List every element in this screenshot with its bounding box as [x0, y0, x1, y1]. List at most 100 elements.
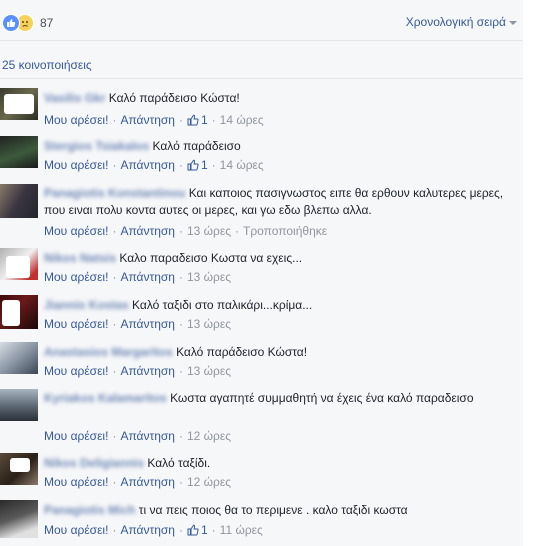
comment-body: Nikos Deligiannis Καλό ταξίδι.: [44, 455, 504, 472]
redaction-mark: [4, 94, 34, 114]
comment-author[interactable]: Jiannis Kostas: [44, 298, 129, 312]
sort-dropdown[interactable]: Χρονολογική σειρά: [406, 15, 517, 29]
like-button[interactable]: Μου αρέσει!: [44, 224, 108, 238]
separator: ·: [178, 224, 183, 238]
comment-timestamp[interactable]: 13 ώρες: [187, 364, 231, 378]
sort-label: Χρονολογική σειρά: [405, 15, 506, 29]
reply-button[interactable]: Απάντηση: [120, 224, 175, 238]
reply-button[interactable]: Απάντηση: [120, 364, 175, 378]
thumbs-up-icon[interactable]: [187, 114, 199, 126]
comment-text: Καλό παράδεισο Κώστα!: [108, 91, 240, 105]
comment-author[interactable]: Kyriakos Kalamaritos: [44, 391, 167, 405]
like-button[interactable]: Μου αρέσει!: [44, 475, 108, 489]
separator: ·: [112, 475, 117, 489]
avatar[interactable]: [0, 342, 38, 374]
edited-label[interactable]: Τροποποιήθηκε: [243, 224, 327, 238]
comment-timestamp[interactable]: 12 ώρες: [187, 475, 231, 489]
separator: ·: [178, 158, 183, 172]
like-button[interactable]: Μου αρέσει!: [44, 429, 108, 443]
separator: ·: [178, 475, 183, 489]
reaction-count: 87: [40, 16, 54, 30]
separator: ·: [178, 364, 183, 378]
like-reaction-icon: [2, 14, 20, 32]
reply-button[interactable]: Απάντηση: [120, 429, 175, 443]
thumbs-up-icon[interactable]: [187, 159, 199, 171]
comment-text: τι να πεις ποιος θα το περιμενε . καλο τ…: [138, 503, 408, 517]
comment-timestamp[interactable]: 14 ώρες: [220, 113, 264, 127]
avatar[interactable]: [0, 389, 38, 421]
like-button[interactable]: Μου αρέσει!: [44, 364, 108, 378]
reply-button[interactable]: Απάντηση: [120, 317, 175, 331]
separator: ·: [211, 523, 216, 537]
separator: ·: [178, 317, 183, 331]
comment-actions: Μου αρέσει! · Απάντηση · 1 · 14 ώρες: [44, 158, 264, 172]
comment-body: Kyriakos Kalamaritos Κωστα αγαπητέ συμμα…: [44, 390, 504, 407]
like-button[interactable]: Μου αρέσει!: [44, 523, 108, 537]
comment-author[interactable]: Anastasios Margaritos: [44, 345, 173, 359]
separator: ·: [178, 113, 183, 127]
comment-actions: Μου αρέσει! · Απάντηση · 1 · 14 ώρες: [44, 113, 264, 127]
comment-author[interactable]: Vasilis Gkr: [44, 91, 105, 105]
comment-timestamp[interactable]: 12 ώρες: [187, 429, 231, 443]
avatar[interactable]: [0, 184, 38, 218]
divider: [0, 78, 523, 79]
separator: ·: [112, 270, 117, 284]
comment-body: Vasilis Gkr Καλό παράδεισο Κώστα!: [44, 90, 504, 107]
comment-timestamp[interactable]: 13 ώρες: [187, 317, 231, 331]
comment-author[interactable]: Nikos Deligiannis: [44, 456, 144, 470]
separator: ·: [235, 224, 239, 238]
separator: ·: [178, 429, 183, 443]
reactions-bar: 87 Χρονολογική σειρά: [0, 0, 523, 40]
comment-actions: Μου αρέσει! · Απάντηση · 12 ώρες: [44, 475, 231, 489]
comment-timestamp[interactable]: 14 ώρες: [220, 158, 264, 172]
comment-body: Anastasios Margaritos Καλό παράδεισο Κώσ…: [44, 344, 504, 361]
comment-timestamp[interactable]: 13 ώρες: [187, 224, 231, 238]
separator: ·: [112, 429, 117, 443]
comment-text: Κωστα αγαπητέ συμμαθητή να έχεις ένα καλ…: [170, 391, 474, 405]
separator: ·: [112, 224, 117, 238]
comment-body: Stergios Tsiakalos Καλό παράδεισο: [44, 138, 504, 155]
redaction-mark: [2, 300, 20, 326]
comment-actions: Μου αρέσει! · Απάντηση · 13 ώρες: [44, 270, 231, 284]
reply-button[interactable]: Απάντηση: [120, 158, 175, 172]
like-button[interactable]: Μου αρέσει!: [44, 113, 108, 127]
comment-author[interactable]: Nikos Natsis: [44, 251, 116, 265]
reply-button[interactable]: Απάντηση: [120, 270, 175, 284]
separator: ·: [112, 364, 117, 378]
redaction-mark: [6, 256, 30, 278]
caret-down-icon: [509, 21, 517, 25]
reply-button[interactable]: Απάντηση: [120, 113, 175, 127]
reply-button[interactable]: Απάντηση: [120, 475, 175, 489]
like-button[interactable]: Μου αρέσει!: [44, 158, 108, 172]
comment-actions: Μου αρέσει! · Απάντηση · 12 ώρες: [44, 429, 231, 443]
comment-like-count[interactable]: 1: [201, 523, 208, 537]
comment-text: Καλό παράδεισο Κώστα!: [176, 345, 308, 359]
comment-like-count[interactable]: 1: [201, 113, 208, 127]
comment-author[interactable]: Stergios Tsiakalos: [44, 139, 149, 153]
comment-actions: Μου αρέσει! · Απάντηση · 13 ώρες: [44, 317, 231, 331]
comment-timestamp[interactable]: 13 ώρες: [187, 270, 231, 284]
comment-actions: Μου αρέσει! · Απάντηση · 1 · 11 ώρες: [44, 523, 263, 537]
redaction-mark: [10, 458, 30, 472]
avatar[interactable]: [0, 500, 38, 538]
comment-body: Panagiotis Konstantinou Και καποιος πασι…: [44, 185, 504, 219]
comment-text: Καλό ταξίδι.: [147, 456, 211, 470]
comment-like-count[interactable]: 1: [201, 158, 208, 172]
comment-timestamp[interactable]: 11 ώρες: [220, 523, 263, 537]
avatar[interactable]: [0, 136, 38, 168]
comment-author[interactable]: Panagiotis Konstantinou: [44, 186, 185, 200]
separator: ·: [178, 270, 183, 284]
separator: ·: [112, 113, 117, 127]
shares-count[interactable]: 25 κοινοποιήσεις: [2, 58, 92, 72]
reply-button[interactable]: Απάντηση: [120, 523, 175, 537]
like-button[interactable]: Μου αρέσει!: [44, 317, 108, 331]
comment-author[interactable]: Panagiotis Mich: [44, 503, 135, 517]
reactions-summary[interactable]: 87: [2, 14, 53, 32]
comments-panel: 87 Χρονολογική σειρά 25 κοινοποιήσεις Va…: [0, 0, 523, 546]
comment-actions: Μου αρέσει! · Απάντηση · 13 ώρες: [44, 364, 231, 378]
comment-body: Panagiotis Mich τι να πεις ποιος θα το π…: [44, 502, 504, 519]
separator: ·: [112, 523, 117, 537]
like-button[interactable]: Μου αρέσει!: [44, 270, 108, 284]
thumbs-up-icon[interactable]: [187, 524, 199, 536]
comment-body: Nikos Natsis Καλο παραδεισο Κωστα να εχε…: [44, 250, 504, 267]
